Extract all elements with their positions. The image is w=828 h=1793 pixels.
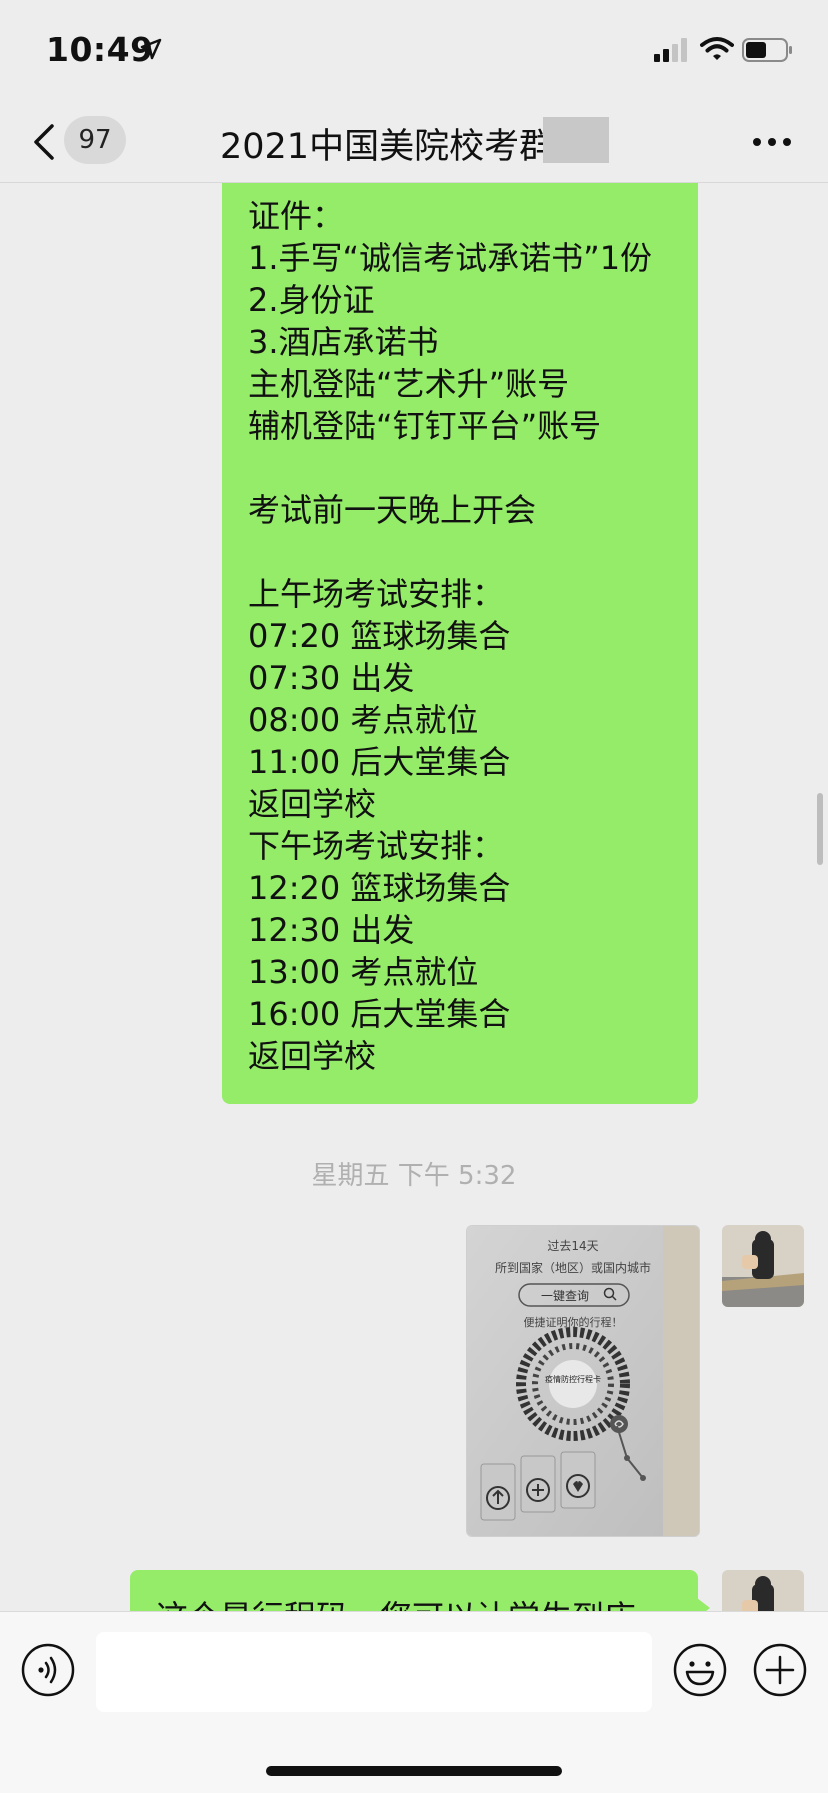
message-text: 这个是行程码，您可以让学生到店 [156, 1592, 636, 1611]
message-line: 11:00 后大堂集合 [248, 743, 511, 781]
scroll-indicator[interactable] [817, 793, 823, 865]
redacted-title-block [543, 117, 609, 163]
unread-count-badge[interactable]: 97 [64, 116, 126, 164]
avatar[interactable] [722, 1570, 804, 1611]
card-button-text: 一键查询 [541, 1289, 589, 1303]
message-line: 12:20 篮球场集合 [248, 869, 511, 907]
more-functions-plus-icon[interactable] [752, 1642, 808, 1698]
message-line: 辅机登陆“钉钉平台”账号 [248, 407, 602, 445]
wifi-icon [700, 37, 734, 60]
card-line2: 所到国家（地区）或国内城市 [495, 1260, 651, 1275]
message-line: 主机登陆“艺术升”账号 [248, 365, 570, 403]
message-timestamp: 星期五 下午 5:32 [311, 1161, 517, 1191]
message-line: 证件： [248, 197, 345, 235]
message-line [248, 531, 652, 573]
location-arrow-icon [140, 38, 162, 60]
message-line [248, 447, 652, 489]
message-line: 2.身份证 [248, 281, 375, 319]
qr-label: 疫情防控行程卡 [545, 1374, 601, 1384]
message-line: 07:30 出发 [248, 659, 415, 697]
card-line1: 过去14天 [547, 1239, 598, 1253]
chat-input-bar [0, 1611, 828, 1793]
back-chevron-icon[interactable] [30, 122, 60, 162]
message-text: 证件： 1.手写“诚信考试承诺书”1份 2.身份证 3.酒店承诺书主机登陆“艺术升”账… [248, 195, 652, 1077]
avatar-photo [722, 1225, 804, 1307]
voice-input-icon[interactable] [20, 1642, 76, 1698]
message-list[interactable]: 证件： 1.手写“诚信考试承诺书”1份 2.身份证 3.酒店承诺书主机登陆“艺术升”账… [0, 183, 828, 1611]
message-line: 上午场考试安排： [248, 575, 505, 613]
message-line: 1.手写“诚信考试承诺书”1份 [248, 239, 653, 277]
message-line: 3.酒店承诺书 [248, 323, 439, 361]
message-line: 07:20 篮球场集合 [248, 617, 511, 655]
message-line: 返回学校 [248, 785, 377, 823]
emoji-icon[interactable] [672, 1642, 728, 1698]
message-input[interactable] [96, 1632, 652, 1712]
message-line: 下午场考试安排： [248, 827, 505, 865]
message-line: 返回学校 [248, 1037, 377, 1075]
message-line: 08:00 考点就位 [248, 701, 479, 739]
home-indicator[interactable] [266, 1766, 562, 1776]
status-bar: 10:49 [0, 0, 828, 100]
message-line: 13:00 考点就位 [248, 953, 479, 991]
card-line3: 便捷证明你的行程！ [524, 1315, 623, 1329]
chat-header: 97 2021中国美院校考群 [0, 100, 828, 183]
chat-title: 2021中国美院校考群 [220, 127, 555, 167]
image-message[interactable]: 过去14天 所到国家（地区）或国内城市 一键查询 便捷证明你的行程！ 疫情防控行… [466, 1225, 700, 1537]
message-line: 考试前一天晚上开会 [248, 491, 537, 529]
more-options-icon[interactable] [752, 136, 792, 148]
message-line: 16:00 后大堂集合 [248, 995, 511, 1033]
sent-message-bubble[interactable]: 这个是行程码，您可以让学生到店 [130, 1570, 710, 1611]
avatar-photo [722, 1570, 804, 1611]
battery-icon [742, 38, 792, 62]
status-time: 10:49 [46, 30, 154, 69]
message-line: 12:30 出发 [248, 911, 415, 949]
itinerary-card-photo: 过去14天 所到国家（地区）或国内城市 一键查询 便捷证明你的行程！ 疫情防控行… [467, 1226, 699, 1536]
cellular-signal-icon [654, 38, 687, 62]
sent-message-bubble[interactable]: 证件： 1.手写“诚信考试承诺书”1份 2.身份证 3.酒店承诺书主机登陆“艺术升”账… [222, 183, 698, 1104]
avatar[interactable] [722, 1225, 804, 1307]
